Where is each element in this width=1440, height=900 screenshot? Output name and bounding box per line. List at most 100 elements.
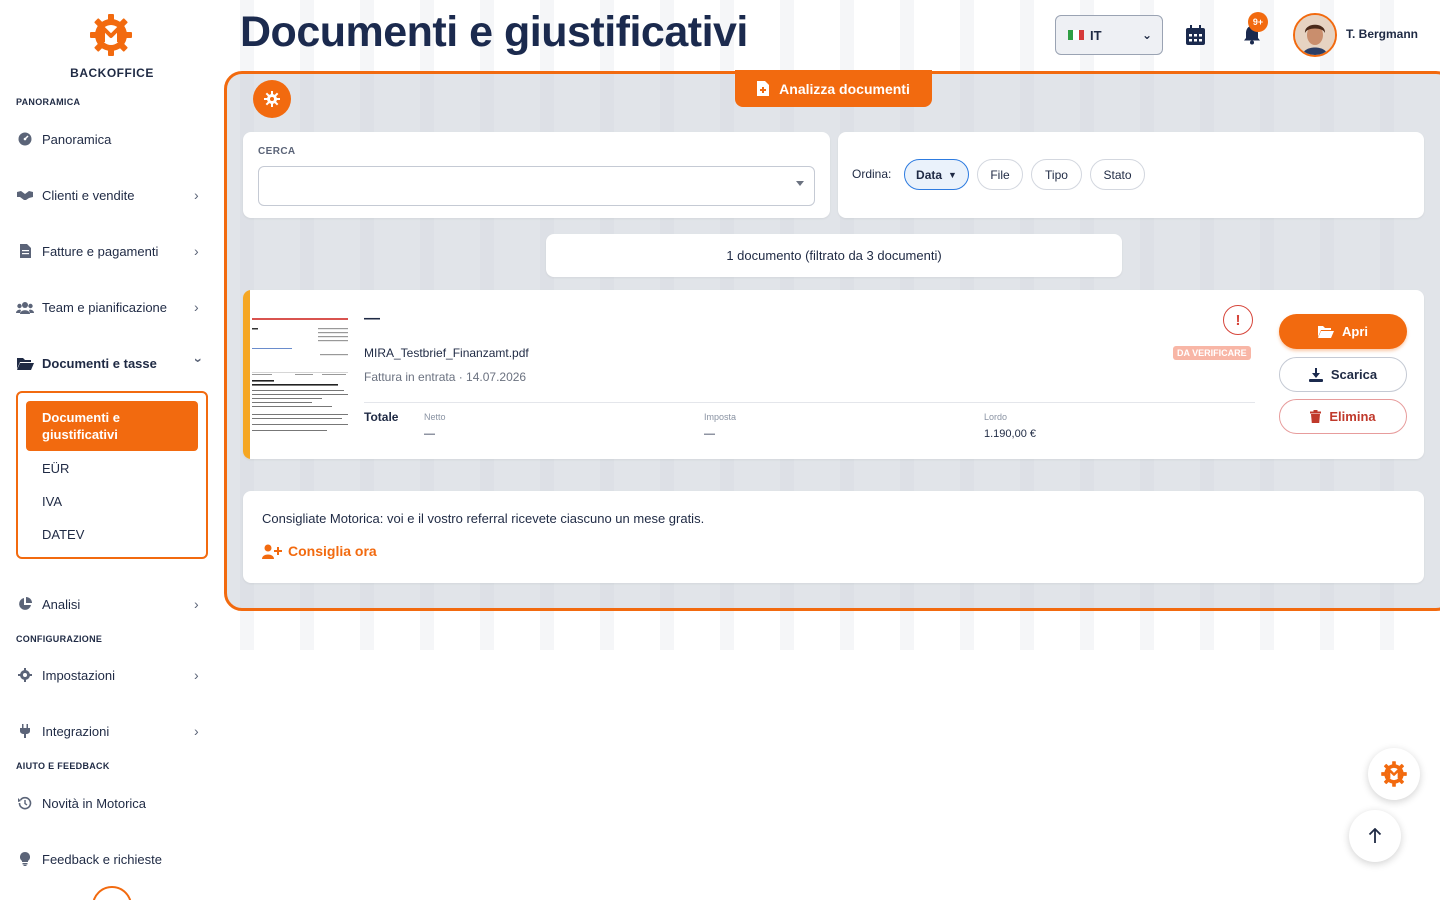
sidebar-item-novita[interactable]: Novità in Motorica [0, 783, 224, 823]
dashboard-icon [16, 130, 34, 148]
language-select[interactable]: IT ⌄ [1055, 15, 1163, 55]
search-card: CERCA [243, 132, 830, 218]
scroll-to-top-button[interactable] [1349, 810, 1401, 862]
assistant-button[interactable] [1368, 748, 1420, 800]
referral-text: Consigliate Motorica: voi e il vostro re… [262, 511, 705, 526]
page-title: Documenti e giustificativi [240, 8, 748, 56]
refer-now-label: Consiglia ora [288, 543, 377, 559]
referral-card: Consigliate Motorica: voi e il vostro re… [243, 491, 1424, 583]
sidebar-item-label: Feedback e richieste [42, 851, 162, 867]
folder-open-icon [16, 354, 34, 372]
chevron-right-icon: › [194, 299, 199, 315]
brand-name: BACKOFFICE [70, 66, 154, 80]
delete-button[interactable]: Elimina [1279, 399, 1407, 434]
chevron-right-icon: › [194, 187, 199, 203]
calendar-icon [1185, 25, 1205, 45]
calendar-button[interactable] [1183, 23, 1207, 47]
user-plus-icon [262, 544, 282, 559]
download-icon [1308, 367, 1323, 382]
tax-value: — [704, 428, 715, 440]
sort-option-tipo[interactable]: Tipo [1031, 159, 1082, 190]
sort-option-label: Data [916, 167, 943, 182]
sidebar-item-label: Novità in Motorica [42, 795, 147, 811]
open-label: Apri [1342, 324, 1368, 339]
file-plus-icon [757, 81, 770, 96]
gross-label: Lordo [984, 412, 1008, 422]
sort-label: Ordina: [852, 167, 892, 181]
sidebar-item-analisi[interactable]: Analisi › [0, 584, 224, 624]
lightbulb-icon [16, 850, 34, 868]
sidebar-item-fatture[interactable]: Fatture e pagamenti › [0, 231, 224, 271]
language-value: IT [1090, 27, 1102, 43]
folder-open-icon [1318, 325, 1334, 338]
analyze-documents-label: Analizza documenti [779, 80, 910, 97]
chevron-down-icon: ⌄ [1141, 28, 1152, 42]
sidebar-item-label: Documenti e tasse [42, 355, 157, 371]
result-count: 1 documento (filtrato da 3 documenti) [546, 234, 1122, 277]
users-icon [16, 298, 34, 316]
document-meta: Fattura in entrata · 14.07.2026 [364, 370, 527, 384]
trash-icon [1310, 410, 1322, 423]
submenu-item-iva[interactable]: IVA [42, 494, 62, 509]
sidebar-item-documenti-tasse[interactable]: Documenti e tasse › [0, 343, 224, 383]
pie-chart-icon [16, 595, 34, 613]
net-value: — [424, 428, 435, 440]
sidebar-item-clienti[interactable]: Clienti e vendite › [0, 175, 224, 215]
search-label: CERCA [258, 146, 296, 157]
submenu-documenti: Documenti e giustificativi EÜR IVA DATEV [16, 391, 208, 559]
motorica-logo[interactable] [88, 12, 134, 58]
document-title: — [364, 310, 380, 327]
sidebar: BACKOFFICE PANORAMICA Panoramica Clienti… [0, 0, 224, 900]
chevron-down-icon: › [191, 358, 207, 363]
sort-option-data[interactable]: Data ▼ [904, 159, 969, 190]
sidebar-bottom-button[interactable] [92, 886, 132, 900]
chevron-right-icon: › [194, 243, 199, 259]
download-label: Scarica [1330, 367, 1378, 382]
submenu-item-eur[interactable]: EÜR [42, 461, 69, 476]
warning-icon[interactable]: ! [1223, 305, 1253, 335]
section-title-config: CONFIGURAZIONE [16, 634, 103, 644]
arrow-up-icon [1368, 828, 1382, 843]
refer-now-link[interactable]: Consiglia ora [262, 543, 377, 559]
net-label: Netto [424, 412, 446, 422]
sort-option-stato[interactable]: Stato [1090, 159, 1145, 190]
document-status-accent [243, 290, 250, 459]
italy-flag-icon [1068, 30, 1084, 40]
avatar[interactable] [1293, 13, 1337, 57]
sidebar-item-label: Integrazioni [42, 723, 110, 739]
document-filename[interactable]: MIRA_Testbrief_Finanzamt.pdf [364, 346, 529, 360]
handshake-icon [16, 186, 34, 204]
plug-icon [16, 722, 34, 740]
gear-icon [16, 666, 34, 684]
open-button[interactable]: Apri [1279, 314, 1407, 349]
chevron-right-icon: › [194, 596, 199, 612]
document-card[interactable]: — MIRA_Testbrief_Finanzamt.pdf Fattura i… [243, 290, 1424, 459]
status-badge: DA VERIFICARE [1173, 346, 1251, 360]
sidebar-item-label: Impostazioni [42, 667, 115, 683]
sidebar-item-feedback[interactable]: Feedback e richieste [0, 839, 224, 879]
sidebar-item-label: Fatture e pagamenti [42, 243, 159, 259]
section-title-overview: PANORAMICA [16, 97, 81, 107]
invoice-icon [16, 242, 34, 260]
sidebar-item-team[interactable]: Team e pianificazione › [0, 287, 224, 327]
submenu-item-documenti-giustificativi[interactable]: Documenti e giustificativi [26, 401, 198, 451]
caret-down-icon [796, 181, 804, 186]
sort-direction-icon: ▼ [948, 169, 957, 180]
user-name: T. Bergmann [1346, 27, 1419, 41]
chevron-right-icon: › [194, 723, 199, 739]
panel-settings-button[interactable] [253, 80, 291, 118]
tax-label: Imposta [704, 412, 737, 422]
sidebar-item-impostazioni[interactable]: Impostazioni › [0, 655, 224, 695]
chevron-right-icon: › [194, 667, 199, 683]
notifications-badge: 9+ [1248, 12, 1268, 32]
sort-card: Ordina: Data ▼ File Tipo Stato [838, 132, 1424, 218]
history-icon [16, 794, 34, 812]
analyze-documents-button[interactable]: Analizza documenti [735, 70, 932, 107]
sort-option-file[interactable]: File [977, 159, 1023, 190]
search-input[interactable] [258, 166, 815, 206]
sidebar-item-integrazioni[interactable]: Integrazioni › [0, 711, 224, 751]
submenu-item-datev[interactable]: DATEV [42, 527, 84, 542]
download-button[interactable]: Scarica [1279, 357, 1407, 392]
totals-label: Totale [364, 410, 399, 424]
sidebar-item-panoramica[interactable]: Panoramica [0, 119, 224, 159]
